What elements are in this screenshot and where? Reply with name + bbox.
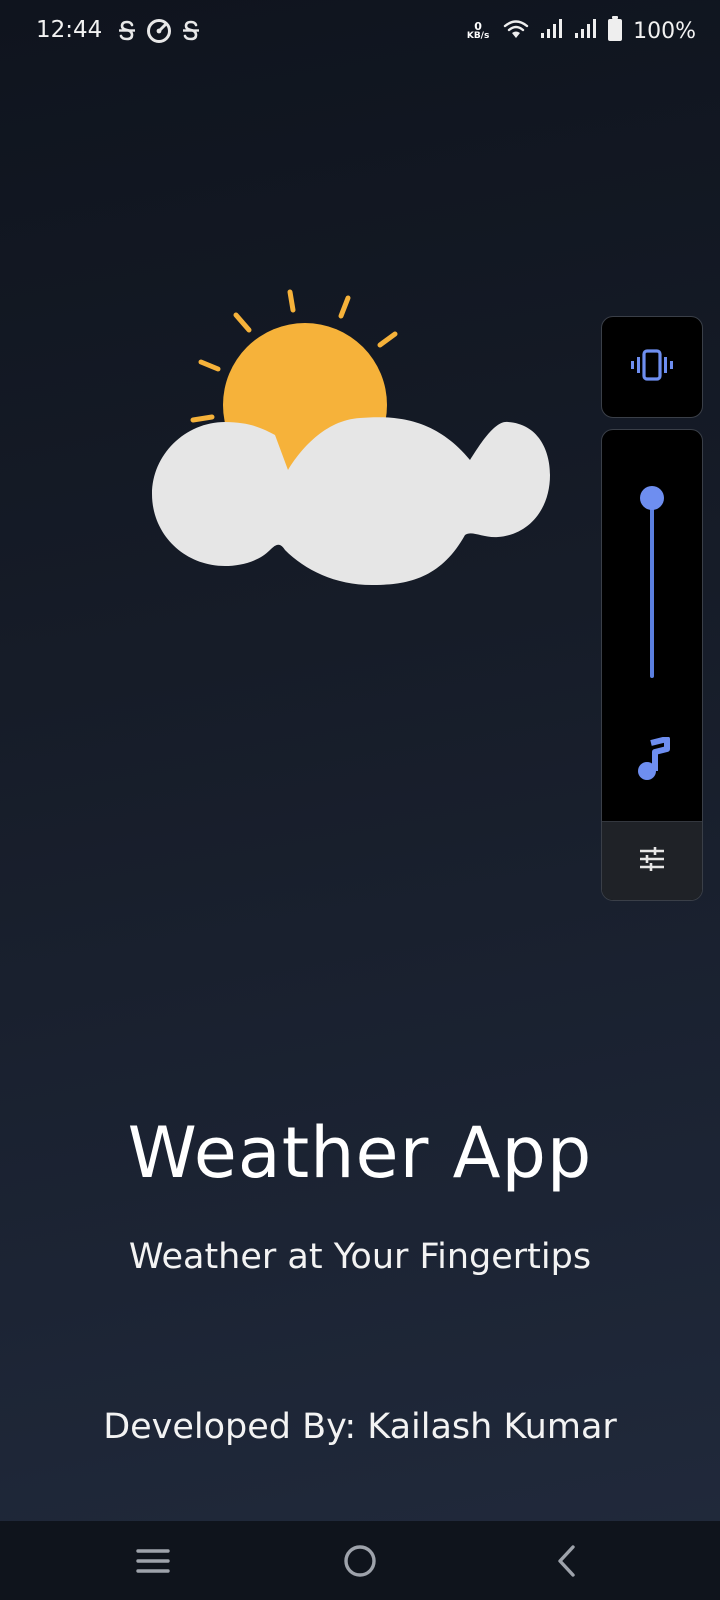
cellular-signal-icon	[539, 18, 563, 44]
network-speed: 0 KB/s	[466, 20, 490, 41]
status-time: 12:44	[36, 17, 103, 43]
recents-menu-icon[interactable]	[128, 1539, 178, 1583]
system-status-icons: 0 KB/s 100%	[463, 14, 696, 48]
volume-settings-button[interactable]	[602, 821, 702, 900]
media-volume-panel	[601, 429, 703, 901]
app-tagline: Weather at Your Fingertips	[128, 1237, 592, 1277]
music-note-icon[interactable]	[633, 736, 673, 781]
speedometer-icon	[146, 18, 172, 44]
sun-behind-cloud-icon	[140, 280, 570, 600]
vibrate-icon	[630, 348, 674, 386]
battery-percent: 100%	[633, 18, 696, 44]
volume-slider-track[interactable]	[650, 496, 654, 678]
home-circle-icon[interactable]	[335, 1539, 385, 1583]
cellular-signal-icon	[573, 18, 597, 44]
developer-credit: Developed By: Kailash Kumar	[103, 1407, 617, 1447]
back-chevron-icon[interactable]	[542, 1539, 592, 1583]
ringer-mode-button[interactable]	[601, 316, 703, 418]
volume-slider-thumb[interactable]	[640, 486, 664, 510]
s-icon	[114, 18, 140, 44]
notification-icons	[114, 16, 204, 46]
s-icon	[178, 18, 204, 44]
app-title: Weather App	[127, 1112, 593, 1194]
status-bar: 12:44 0 KB/s 100%	[0, 0, 720, 62]
battery-icon	[607, 16, 623, 46]
cloud	[152, 417, 550, 585]
navigation-bar	[0, 1521, 720, 1600]
tune-icon	[638, 847, 666, 875]
wifi-icon	[503, 18, 529, 44]
